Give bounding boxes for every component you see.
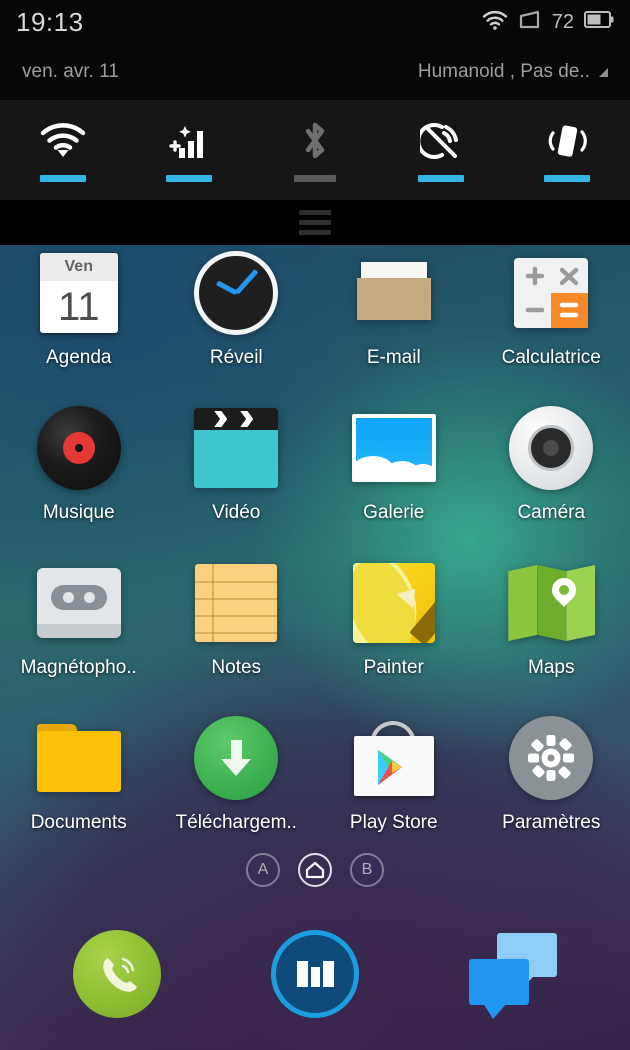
- drag-handle-icon[interactable]: [299, 210, 331, 235]
- status-bar: 19:13 72: [0, 0, 630, 44]
- wifi-icon: [40, 118, 86, 164]
- app-label: Notes: [211, 657, 262, 678]
- app-label: Musique: [42, 502, 115, 523]
- dock-item-messaging[interactable]: [414, 933, 612, 1019]
- app-label: Réveil: [209, 347, 263, 368]
- play-store-bag-icon: [351, 715, 437, 801]
- vibrate-icon: [544, 118, 590, 164]
- bluetooth-icon: [298, 118, 332, 164]
- toggle-bluetooth-indicator: [294, 175, 336, 182]
- app-icon-play-store[interactable]: Play Store: [315, 705, 473, 860]
- calendar-icon: Ven 11: [36, 250, 122, 336]
- app-icon-notes[interactable]: Notes: [158, 550, 316, 705]
- calendar-day: 11: [57, 284, 100, 329]
- app-icon-reveil[interactable]: Réveil: [158, 240, 316, 395]
- toggle-data[interactable]: [126, 118, 252, 182]
- meizu-logo-icon: [271, 930, 359, 1018]
- gear-icon: [508, 715, 594, 801]
- app-icon-magnetophone[interactable]: Magnétopho..: [0, 550, 158, 705]
- wifi-icon: [482, 10, 508, 35]
- folder-icon: [36, 715, 122, 801]
- signal-bars-icon: [167, 118, 211, 164]
- calculator-icon: [508, 250, 594, 336]
- app-label: Documents: [30, 812, 127, 833]
- camera-lens-icon: [508, 405, 594, 491]
- date-row: ven. avr. 11 Humanoid , Pas de..: [0, 44, 630, 100]
- app-icon-galerie[interactable]: Galerie: [315, 395, 473, 550]
- chat-bubbles-icon: [469, 933, 557, 1019]
- status-icons: 72: [482, 10, 614, 35]
- dock-item-meizu[interactable]: [216, 930, 414, 1018]
- envelope-icon: [351, 250, 437, 336]
- page-a-icon[interactable]: A: [246, 853, 280, 887]
- app-icon-video[interactable]: Vidéo: [158, 395, 316, 550]
- app-icon-agenda[interactable]: Ven 11 Agenda: [0, 240, 158, 395]
- vinyl-record-icon: [36, 405, 122, 491]
- app-icon-camera[interactable]: Caméra: [473, 395, 630, 550]
- app-icon-calculatrice[interactable]: Calculatrice: [473, 240, 630, 395]
- page-b-icon[interactable]: B: [350, 853, 384, 887]
- app-label: E-mail: [366, 347, 421, 368]
- cassette-tape-icon: [36, 560, 122, 646]
- home-icon[interactable]: [298, 853, 332, 887]
- clapperboard-icon: [193, 405, 279, 491]
- app-label: Paramètres: [502, 812, 601, 833]
- dock-item-phone[interactable]: [18, 930, 216, 1018]
- toggle-wifi-indicator: [40, 175, 86, 182]
- battery-icon: [584, 11, 614, 33]
- toggle-bluetooth[interactable]: [252, 118, 378, 182]
- app-label: Téléchargem..: [175, 812, 297, 833]
- app-grid: Ven 11 Agenda Réveil E-mail Calculatrice…: [0, 240, 630, 850]
- alarm-clock-icon: [193, 250, 279, 336]
- app-label: Play Store: [349, 812, 438, 833]
- page-indicators: A B: [0, 850, 630, 890]
- app-icon-documents[interactable]: Documents: [0, 705, 158, 860]
- carrier-name: Humanoid , Pas de..: [417, 61, 590, 82]
- app-label: Galerie: [363, 502, 425, 523]
- app-label: Maps: [528, 657, 575, 678]
- app-icon-email[interactable]: E-mail: [315, 240, 473, 395]
- app-label: Agenda: [45, 347, 112, 368]
- dock: [0, 898, 630, 1050]
- battery-percent: 72: [551, 10, 574, 33]
- toggle-wifi[interactable]: [0, 118, 126, 182]
- app-label: Calculatrice: [501, 347, 601, 368]
- download-arrow-icon: [193, 715, 279, 801]
- folded-map-pin-icon: [508, 560, 596, 646]
- pencil-paint-icon: [351, 560, 437, 646]
- toggle-data-indicator: [166, 175, 212, 182]
- gps-off-icon: [420, 118, 462, 164]
- app-icon-musique[interactable]: Musique: [0, 395, 158, 550]
- app-icon-parametres[interactable]: Paramètres: [473, 705, 630, 860]
- app-icon-telechargements[interactable]: Téléchargem..: [158, 705, 316, 860]
- calendar-weekday: Ven: [39, 253, 118, 281]
- toggle-gps-indicator: [418, 175, 464, 182]
- app-label: Magnétopho..: [20, 657, 137, 678]
- notepad-icon: [193, 560, 279, 646]
- app-icon-maps[interactable]: Maps: [473, 550, 630, 705]
- photo-icon: [351, 405, 437, 491]
- toggle-vibrate[interactable]: [504, 118, 630, 182]
- carrier-area[interactable]: Humanoid , Pas de..: [418, 61, 608, 83]
- toggle-vibrate-indicator: [544, 175, 590, 182]
- notification-drawer-handle-strip[interactable]: [0, 200, 630, 245]
- home-screen: 19:13 72 ven. avr. 11 Humanoid , Pas de.…: [0, 0, 630, 1050]
- phone-icon: [73, 930, 161, 1018]
- signal-icon: [518, 10, 542, 35]
- app-label: Caméra: [517, 502, 586, 523]
- quick-settings-bar: [0, 100, 630, 200]
- triangle-expand-icon[interactable]: [599, 67, 608, 77]
- toggle-gps[interactable]: [378, 118, 504, 182]
- app-label: Painter: [363, 657, 424, 678]
- app-label: Vidéo: [212, 502, 261, 523]
- status-clock: 19:13: [16, 6, 84, 37]
- current-date: ven. avr. 11: [22, 61, 119, 82]
- app-icon-painter[interactable]: Painter: [315, 550, 473, 705]
